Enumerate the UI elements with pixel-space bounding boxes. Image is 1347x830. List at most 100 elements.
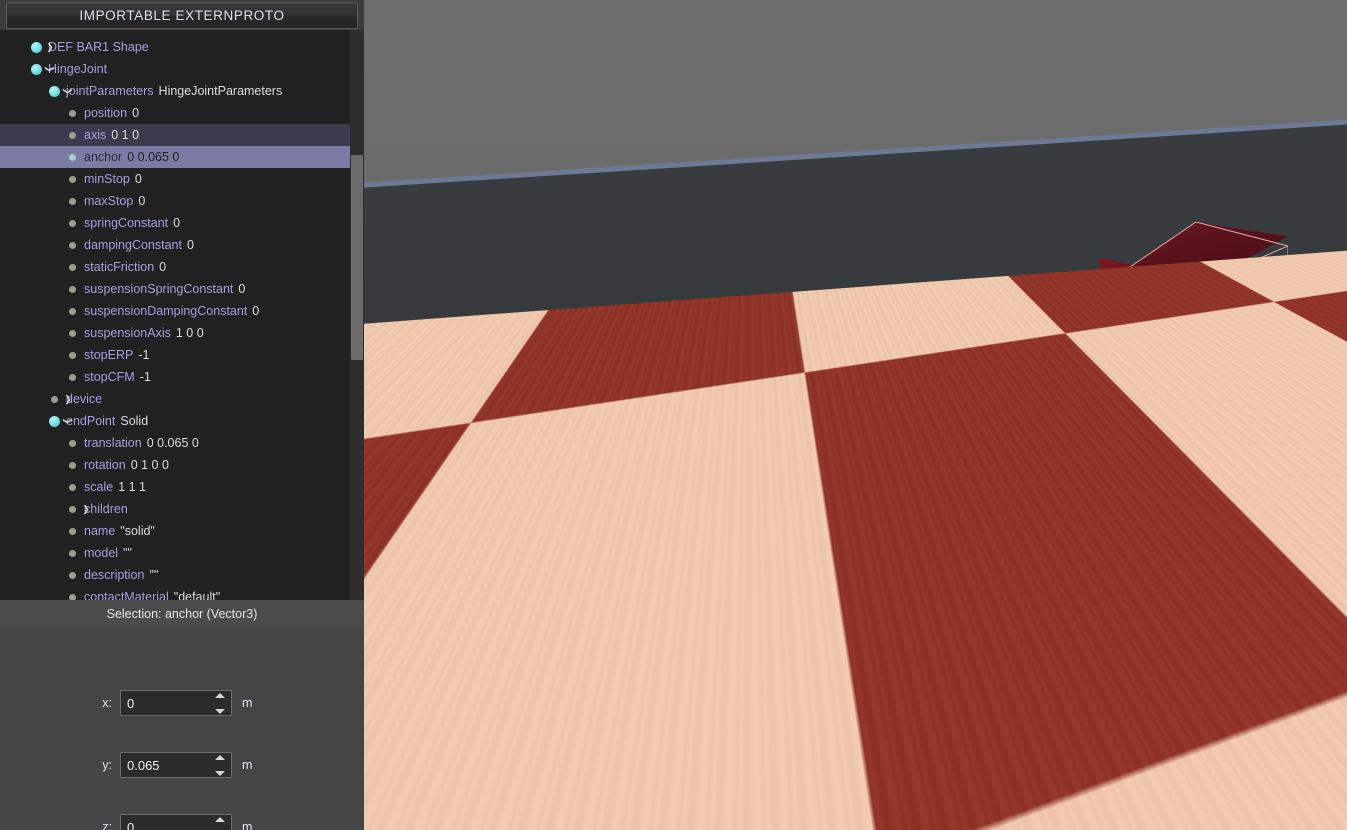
tree-row-children[interactable]: ❯ children bbox=[0, 498, 350, 520]
field-editor-panel: x: m y: m z: m bbox=[0, 628, 364, 830]
spinbox-down-arrow-icon[interactable] bbox=[215, 709, 225, 714]
tree-row-suspensionaxis[interactable]: suspensionAxis 1 0 0 bbox=[0, 322, 350, 344]
tree-row-suspensionspringconstant[interactable]: suspensionSpringConstant 0 bbox=[0, 278, 350, 300]
tree-row-label: dampingConstant bbox=[84, 238, 182, 252]
spinbox-input-z[interactable] bbox=[121, 819, 209, 830]
chevron-down-icon[interactable]: ❯ bbox=[57, 85, 79, 97]
field-dot-icon bbox=[66, 322, 79, 344]
spinbox-y[interactable] bbox=[120, 752, 232, 778]
tree-row-label: anchor bbox=[84, 150, 123, 164]
tree-row-value: 0 bbox=[134, 172, 142, 186]
tree-row-contactmaterial[interactable]: contactMaterial "default" bbox=[0, 586, 350, 600]
tree-row-anchor[interactable]: anchor 0 0.065 0 bbox=[0, 146, 350, 168]
spinbox-input-x[interactable] bbox=[121, 695, 209, 711]
tree-row-dampingconstant[interactable]: dampingConstant 0 bbox=[0, 234, 350, 256]
tree-row-value: 0 0.065 0 bbox=[127, 150, 180, 164]
tree-row-value: -1 bbox=[139, 370, 151, 384]
tree-row-endpoint[interactable]: ❯ endPoint Solid bbox=[0, 410, 350, 432]
tree-row-value: "solid" bbox=[120, 524, 155, 538]
scene-tree-scrollbar-thumb[interactable] bbox=[351, 155, 363, 360]
field-row-z: z: m bbox=[0, 814, 364, 830]
field-dot-icon bbox=[66, 432, 79, 454]
spinbox-input-y[interactable] bbox=[121, 757, 209, 773]
field-dot-icon bbox=[48, 388, 61, 410]
tree-row-maxstop[interactable]: maxStop 0 bbox=[0, 190, 350, 212]
white-capsule-solid[interactable] bbox=[1248, 258, 1285, 396]
tree-row-springconstant[interactable]: springConstant 0 bbox=[0, 212, 350, 234]
tree-row-value: 0 bbox=[159, 260, 167, 274]
spinbox-z[interactable] bbox=[120, 814, 232, 830]
tree-row-minstop[interactable]: minStop 0 bbox=[0, 168, 350, 190]
tree-row-jointparameters[interactable]: ❯ jointParameters HingeJointParameters bbox=[0, 80, 350, 102]
tree-row-label: DEF BAR1 Shape bbox=[48, 40, 149, 54]
field-label-x: x: bbox=[102, 696, 112, 710]
tree-row-label: axis bbox=[84, 128, 107, 142]
tree-row-value: 0 bbox=[132, 106, 140, 120]
tree-row-suspensiondampingconstant[interactable]: suspensionDampingConstant 0 bbox=[0, 300, 350, 322]
spinbox-buttons bbox=[213, 817, 227, 830]
field-dot-icon bbox=[66, 300, 79, 322]
tree-row-model[interactable]: model "" bbox=[0, 542, 350, 564]
spinbox-x[interactable] bbox=[120, 690, 232, 716]
tree-row-value: 1 0 0 bbox=[175, 326, 204, 340]
tree-row-value: 0 1 0 bbox=[111, 128, 140, 142]
tree-row-label: stopERP bbox=[84, 348, 134, 362]
spinbox-buttons bbox=[213, 693, 227, 714]
tree-row-translation[interactable]: translation 0 0.065 0 bbox=[0, 432, 350, 454]
field-dot-icon bbox=[66, 454, 79, 476]
tree-row-label: position bbox=[84, 106, 128, 120]
field-unit-x: m bbox=[242, 696, 253, 710]
importable-externproto-button[interactable]: IMPORTABLE EXTERNPROTO bbox=[6, 2, 358, 29]
tree-row-position[interactable]: position 0 bbox=[0, 102, 350, 124]
selection-status-bar: Selection: anchor (Vector3) bbox=[0, 600, 364, 628]
field-dot-icon bbox=[66, 564, 79, 586]
tree-row-label: description bbox=[84, 568, 145, 582]
tree-row-label: model bbox=[84, 546, 119, 560]
chevron-right-icon[interactable]: ❯ bbox=[62, 388, 74, 410]
tree-row-label: minStop bbox=[84, 172, 130, 186]
spinbox-up-arrow-icon[interactable] bbox=[215, 693, 225, 698]
tree-row-stopcfm[interactable]: stopCFM -1 bbox=[0, 366, 350, 388]
field-dot-icon bbox=[66, 102, 79, 124]
tree-row-value: HingeJointParameters bbox=[158, 84, 283, 98]
tree-row-label: springConstant bbox=[84, 216, 169, 230]
tree-row-value: 0 bbox=[252, 304, 260, 318]
scene-tree-scrollbar[interactable] bbox=[350, 30, 364, 600]
tree-row-label: suspensionDampingConstant bbox=[84, 304, 248, 318]
tree-row-value: 0 1 0 0 bbox=[130, 458, 169, 472]
tree-row-description[interactable]: description "" bbox=[0, 564, 350, 586]
tree-row-rotation[interactable]: rotation 0 1 0 0 bbox=[0, 454, 350, 476]
tree-row-label: stopCFM bbox=[84, 370, 135, 384]
tree-row-def-bar1-shape[interactable]: ❯ DEF BAR1 Shape bbox=[0, 36, 350, 58]
field-dot-icon bbox=[66, 146, 79, 168]
tree-row-value: 0 bbox=[186, 238, 194, 252]
tree-row-scale[interactable]: scale 1 1 1 bbox=[0, 476, 350, 498]
tree-row-name[interactable]: name "solid" bbox=[0, 520, 350, 542]
tree-row-axis[interactable]: axis 0 1 0 bbox=[0, 124, 350, 146]
left-panel: IMPORTABLE EXTERNPROTO ❯ DEF BAR1 Shape ❯ H… bbox=[0, 0, 364, 830]
spinbox-down-arrow-icon[interactable] bbox=[215, 771, 225, 776]
chevron-right-icon[interactable]: ❯ bbox=[80, 498, 92, 520]
field-label-z: z: bbox=[102, 820, 112, 830]
field-dot-icon bbox=[66, 256, 79, 278]
tree-row-hingejoint[interactable]: ❯ HingeJoint bbox=[0, 58, 350, 80]
chevron-right-icon[interactable]: ❯ bbox=[44, 36, 56, 58]
chevron-down-icon[interactable]: ❯ bbox=[39, 63, 61, 75]
scene-tree-list[interactable]: ❯ DEF BAR1 Shape ❯ HingeJoint ❯ jointParamete… bbox=[0, 30, 350, 600]
tree-row-stoperp[interactable]: stopERP -1 bbox=[0, 344, 350, 366]
tree-row-staticfriction[interactable]: staticFriction 0 bbox=[0, 256, 350, 278]
chevron-down-icon[interactable]: ❯ bbox=[57, 415, 79, 427]
field-dot-icon bbox=[66, 586, 79, 600]
tree-row-label: name bbox=[84, 524, 116, 538]
tree-row-value: 0 bbox=[173, 216, 181, 230]
field-dot-icon bbox=[66, 520, 79, 542]
tree-row-label: translation bbox=[84, 436, 142, 450]
field-dot-icon bbox=[66, 234, 79, 256]
spinbox-up-arrow-icon[interactable] bbox=[215, 755, 225, 760]
tree-row-device[interactable]: ❯ device bbox=[0, 388, 350, 410]
field-dot-icon bbox=[66, 212, 79, 234]
spinbox-up-arrow-icon[interactable] bbox=[215, 817, 225, 822]
tree-row-label: staticFriction bbox=[84, 260, 155, 274]
3d-viewport[interactable]: Z Y X bbox=[364, 0, 1347, 830]
node-dot-icon bbox=[30, 36, 43, 58]
